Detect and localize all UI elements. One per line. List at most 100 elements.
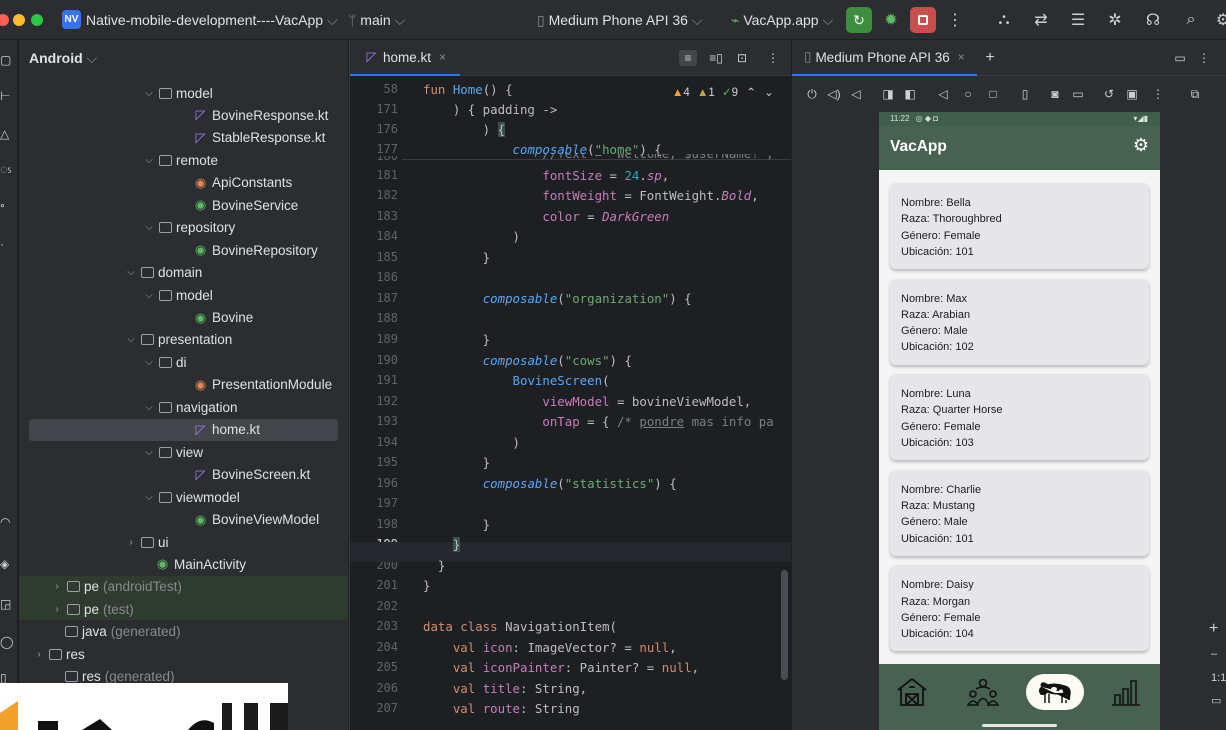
chevron-right-icon[interactable]: › (32, 649, 46, 660)
zoom-in-icon[interactable]: + (1209, 620, 1218, 638)
search-icon[interactable]: ⌕ (1180, 9, 1202, 31)
resource-tool-icon[interactable]: △ (0, 126, 18, 142)
tree-item-apiconstants[interactable]: ◉ ApiConstants (19, 172, 348, 194)
project-name[interactable]: Native-mobile-development----VacApp ⌵ (86, 12, 338, 29)
tree-item-bovineviewmodel[interactable]: ◉ BovineViewModel (19, 509, 348, 531)
profile-icon[interactable]: ☊ (1142, 9, 1164, 31)
tree-item-presentation[interactable]: ⌵ presentation (19, 329, 348, 351)
structure-tool-icon[interactable]: ᐤ (0, 200, 18, 216)
list-icon[interactable]: ☰ (1067, 9, 1089, 31)
volume-down-icon[interactable]: ◁ (848, 86, 864, 102)
tree-item-pe[interactable]: › pe (test) (19, 598, 348, 621)
nav-organization[interactable] (954, 674, 1012, 710)
stop-button[interactable] (910, 7, 936, 33)
project-view-selector[interactable]: Android ⌵ (29, 50, 97, 67)
tree-item-bovine[interactable]: ◉ Bovine (19, 307, 348, 329)
chevron-down-icon[interactable]: ⌵ (142, 357, 156, 368)
add-device-icon[interactable]: + (982, 49, 998, 66)
screenshot-icon[interactable]: ◙ (1047, 86, 1063, 102)
power-icon[interactable]: ⏻ (804, 86, 820, 102)
window-layout-icon[interactable]: ▭ (1172, 50, 1188, 66)
tree-item-mainactivity[interactable]: ◉ MainActivity (19, 553, 348, 575)
zoom-out-icon[interactable]: – (1211, 648, 1217, 660)
tree-item-stableresponse-kt[interactable]: ◸ StableResponse.kt (19, 127, 348, 149)
editor-more-icon[interactable]: ⋮ (764, 50, 782, 66)
tree-item-model[interactable]: ⌵ model (19, 82, 348, 104)
tree-item-navigation[interactable]: ⌵ navigation (19, 396, 348, 418)
terminal-tool-icon[interactable]: ◲ (0, 596, 18, 612)
vcs-tool-icon[interactable]: ၭ (0, 162, 18, 178)
cow-card[interactable]: Nombre: Charlie Raza: Mustang Género: Male… (890, 469, 1149, 556)
home-icon[interactable]: ○ (960, 86, 976, 102)
nav-statistics[interactable] (1097, 674, 1155, 710)
cow-card[interactable]: Nombre: Luna Raza: Quarter Horse Género: F… (890, 374, 1149, 461)
minimize-window-button[interactable] (13, 14, 25, 26)
chevron-right-icon[interactable]: › (50, 581, 64, 592)
rotate-right-icon[interactable]: ◧ (902, 86, 918, 102)
chevron-down-icon[interactable]: ⌵ (142, 88, 156, 99)
more-tools-icon[interactable]: · (0, 236, 18, 252)
run-config-selector[interactable]: ⌁ VacApp.app ⌵ (731, 12, 833, 29)
tree-item-domain[interactable]: ⌵ domain (19, 262, 348, 284)
tree-item-bovineservice[interactable]: ◉ BovineService (19, 194, 348, 216)
tree-item-bovinescreen-kt[interactable]: ◸ BovineScreen.kt (19, 464, 348, 486)
tree-item-repository[interactable]: ⌵ repository (19, 217, 348, 239)
emulator-more-icon[interactable]: ⋮ (1150, 86, 1166, 102)
settings-gear-icon[interactable]: ⚙ (1133, 135, 1149, 156)
editor-scrollbar[interactable] (781, 570, 788, 680)
actual-size-icon[interactable]: 1:1 (1211, 672, 1226, 684)
mirror-icon[interactable]: ⧉ (1187, 86, 1203, 102)
cow-card[interactable]: Nombre: Daisy Raza: Morgan Género: Female U… (890, 565, 1149, 652)
chevron-down-icon[interactable]: ⌵ (142, 155, 156, 166)
chevron-down-icon[interactable]: ⌵ (142, 447, 156, 458)
volume-up-icon[interactable]: ◁) (826, 86, 842, 102)
fold-icon[interactable]: ▯ (1017, 86, 1033, 102)
tree-item-res[interactable]: › res (19, 643, 348, 665)
tree-item-ui[interactable]: › ui (19, 531, 348, 553)
rotate-left-icon[interactable]: ◨ (880, 86, 896, 102)
code-area[interactable]: fun Home() { ) { padding -> ) { composab… (423, 80, 791, 730)
close-tab-icon[interactable]: × (958, 50, 965, 64)
tree-item-home-kt[interactable]: ◸ home.kt (29, 418, 338, 441)
tree-item-java[interactable]: java (generated) (19, 621, 348, 643)
tree-item-view[interactable]: ⌵ view (19, 441, 348, 463)
tree-item-pe[interactable]: › pe (androidTest) (19, 575, 348, 598)
tree-item-bovinerepository[interactable]: ◉ BovineRepository (19, 239, 348, 261)
translate-icon[interactable]: ⇄ (1030, 9, 1052, 31)
problems-tool-icon[interactable]: ◯ (0, 634, 18, 650)
tree-item-remote[interactable]: ⌵ remote (19, 149, 348, 171)
editor-tab-home[interactable]: ◸ home.kt × (350, 40, 461, 76)
rerun-button[interactable]: ↻ (846, 7, 872, 33)
device-tab[interactable]: ▯ Medium Phone API 36 × (792, 40, 977, 76)
chevron-right-icon[interactable]: › (50, 604, 64, 615)
vcs-icon[interactable]: ⛬ (993, 9, 1015, 31)
chevron-down-icon[interactable]: ⌵ (124, 267, 138, 278)
tree-item-di[interactable]: ⌵ di (19, 351, 348, 373)
nav-cows[interactable] (1026, 674, 1084, 710)
debug-icon[interactable]: ✹ (880, 9, 902, 31)
design-view-icon[interactable]: ⊡ (733, 50, 751, 66)
device-selector[interactable]: ▯ Medium Phone API 36 ⌵ (537, 12, 702, 29)
chevron-down-icon[interactable]: ⌵ (142, 290, 156, 301)
record-icon[interactable]: ▭ (1070, 86, 1086, 102)
code-view-icon[interactable]: ≡ (679, 50, 697, 66)
tree-item-presentationmodule[interactable]: ◉ PresentationModule (19, 374, 348, 396)
branch-selector[interactable]: ᛘ main ⌵ (348, 12, 405, 29)
project-tool-icon[interactable]: ▢ (0, 52, 18, 68)
settings-icon[interactable]: ⚙ (1212, 9, 1226, 31)
cow-card[interactable]: Nombre: Bella Raza: Thoroughbred Género: F… (890, 183, 1149, 269)
project-badge[interactable]: NV (62, 10, 81, 29)
chevron-down-icon[interactable]: ⌵ (124, 334, 138, 345)
tree-item-viewmodel[interactable]: ⌵ viewmodel (19, 486, 348, 508)
chevron-down-icon[interactable]: ⌵ (142, 222, 156, 233)
cow-card[interactable]: Nombre: Max Raza: Arabian Género: Male Ubic… (890, 278, 1149, 365)
split-view-icon[interactable]: ≡▯ (707, 50, 725, 66)
tree-item-model[interactable]: ⌵ model (19, 284, 348, 306)
nav-home[interactable] (883, 674, 941, 710)
device-screen[interactable]: 11:22 ◎ ◆ ◘ ▾◢▮ VacApp ⚙ Nombre: Bella Ra… (879, 112, 1160, 730)
extended-controls-icon[interactable]: ▣ (1124, 86, 1140, 102)
tree-item-bovineresponse-kt[interactable]: ◸ BovineResponse.kt (19, 104, 348, 126)
gesture-home-indicator[interactable] (982, 724, 1057, 727)
back-icon[interactable]: ◁ (935, 86, 951, 102)
more-actions-icon[interactable]: ⋮ (944, 9, 966, 31)
